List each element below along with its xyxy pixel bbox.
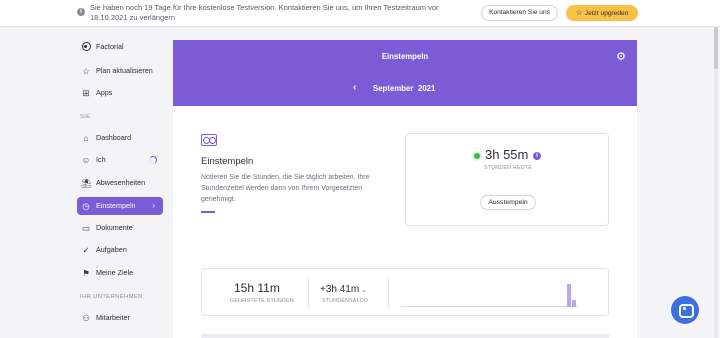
clock-card: 3h 55m i STUNDEN HEUTE Ausstempeln [405, 133, 609, 226]
month-label: September [373, 84, 414, 93]
sidebar-item-label: Aufgaben [96, 245, 127, 254]
sidebar-item-apps[interactable]: ⊞ Apps [77, 84, 163, 102]
star-icon: ☆ [575, 8, 583, 17]
sidebar-item-employees[interactable]: ⚇ Mitarbeiter [77, 309, 163, 327]
daily-hours-minichart [402, 275, 602, 307]
brand-label: Factorial [96, 42, 124, 51]
info-icon[interactable]: i [533, 152, 541, 160]
flag-icon: ⚑ [82, 268, 90, 278]
apps-icon: ⊞ [82, 88, 90, 98]
sidebar-item-label: Abwesenheiten [96, 178, 146, 187]
hours-today-value: 3h 55m [485, 147, 529, 162]
gear-icon[interactable]: ⚙ [614, 50, 628, 64]
section-description: Notieren Sie die Stunden, die Sie täglic… [201, 174, 370, 203]
check-icon: ✓ [82, 245, 90, 255]
chevron-right-icon: › [152, 201, 155, 210]
accent-underline [201, 211, 215, 213]
section-company: IHR UNTERNEHMEN [80, 294, 143, 300]
next-section-edge [201, 334, 609, 338]
sidebar-item-documents[interactable]: ▭ Dokumente [77, 219, 163, 237]
stat-divider [308, 277, 309, 309]
upgrade-button[interactable]: ☆ Jetzt upgreden [566, 5, 638, 21]
worked-hours-label: GELEISTETE STUNDEN [230, 298, 294, 304]
trial-message: Sie haben noch 19 Tage für Ihre kostenlo… [90, 3, 439, 22]
time-clock-icon [201, 134, 217, 146]
clock-in-panel: Einstempeln ⚙ ‹ September 2021 Einstempe… [173, 40, 637, 338]
sidebar-item-plan[interactable]: ☆ Plan aktualisieren [77, 62, 163, 80]
sidebar-item-label: Einstempeln [96, 201, 136, 210]
scrollbar-thumb[interactable] [714, 27, 718, 69]
sidebar-item-label: Plan aktualisieren [96, 66, 153, 75]
page-title: Einstempeln [381, 52, 429, 61]
scrollbar-track[interactable] [714, 27, 718, 338]
minichart-bar [572, 300, 576, 307]
sidebar-brand[interactable]: Factorial [77, 38, 163, 56]
help-chat-button[interactable] [671, 296, 699, 324]
sidebar-item-label: Dashboard [96, 133, 132, 142]
chevron-left-icon[interactable]: ‹ [353, 82, 356, 93]
sidebar: Factorial ☆ Plan aktualisieren ⊞ Apps SI… [0, 27, 168, 338]
folder-icon: ▭ [81, 223, 91, 233]
hours-today-label: STUNDEN HEUTE [484, 165, 532, 171]
stat-divider [388, 277, 389, 309]
sidebar-item-label: Meine Ziele [96, 268, 134, 277]
sidebar-item-label: Apps [96, 88, 113, 97]
balance-label: STUNDENSALDO [322, 298, 369, 304]
minichart-bar [567, 284, 571, 307]
sidebar-item-clock-in[interactable]: ◷ Einstempeln › [77, 197, 163, 215]
factorial-logo-icon [81, 42, 91, 52]
section-title: Einstempeln [201, 156, 254, 167]
clock-out-button[interactable]: Ausstempeln [480, 195, 536, 210]
loading-spinner-icon [149, 156, 157, 164]
star-icon: ☆ [82, 66, 90, 76]
person-icon: ☺ [81, 155, 91, 165]
sidebar-item-absences[interactable]: ⛱ Abwesenheiten [77, 174, 163, 192]
clock-icon: ◷ [82, 201, 90, 211]
sidebar-item-label: Ich [96, 155, 106, 164]
status-online-icon [474, 153, 480, 159]
people-icon: ⚇ [82, 313, 90, 323]
panel-header: Einstempeln ⚙ ‹ September 2021 [173, 40, 637, 106]
sidebar-item-label: Dokumente [96, 223, 133, 232]
upgrade-label: Jetzt upgreden [584, 10, 629, 17]
trial-banner: i Sie haben noch 19 Tage für Ihre kosten… [0, 0, 720, 27]
info-icon: i [77, 8, 85, 16]
section-you: SIE [80, 114, 91, 120]
minichart-baseline [402, 306, 578, 307]
chevron-down-icon[interactable]: ⌄ [361, 286, 367, 294]
sidebar-item-tasks[interactable]: ✓ Aufgaben [77, 241, 163, 259]
beach-icon: ⛱ [81, 178, 92, 188]
balance-value[interactable]: +3h 41m [320, 284, 359, 295]
year-label: 2021 [418, 84, 436, 93]
contact-button[interactable]: Kontaktieren Sie uns [481, 5, 558, 21]
sidebar-item-goals[interactable]: ⚑ Meine Ziele [77, 264, 163, 282]
sidebar-item-label: Mitarbeiter [96, 313, 130, 322]
stats-card: 15h 11m GELEISTETE STUNDEN +3h 41m ⌄ STU… [201, 268, 609, 316]
worked-hours-value: 15h 11m [234, 281, 280, 295]
sidebar-item-dashboard[interactable]: ⌂ Dashboard [77, 129, 163, 147]
home-icon: ⌂ [83, 133, 89, 143]
